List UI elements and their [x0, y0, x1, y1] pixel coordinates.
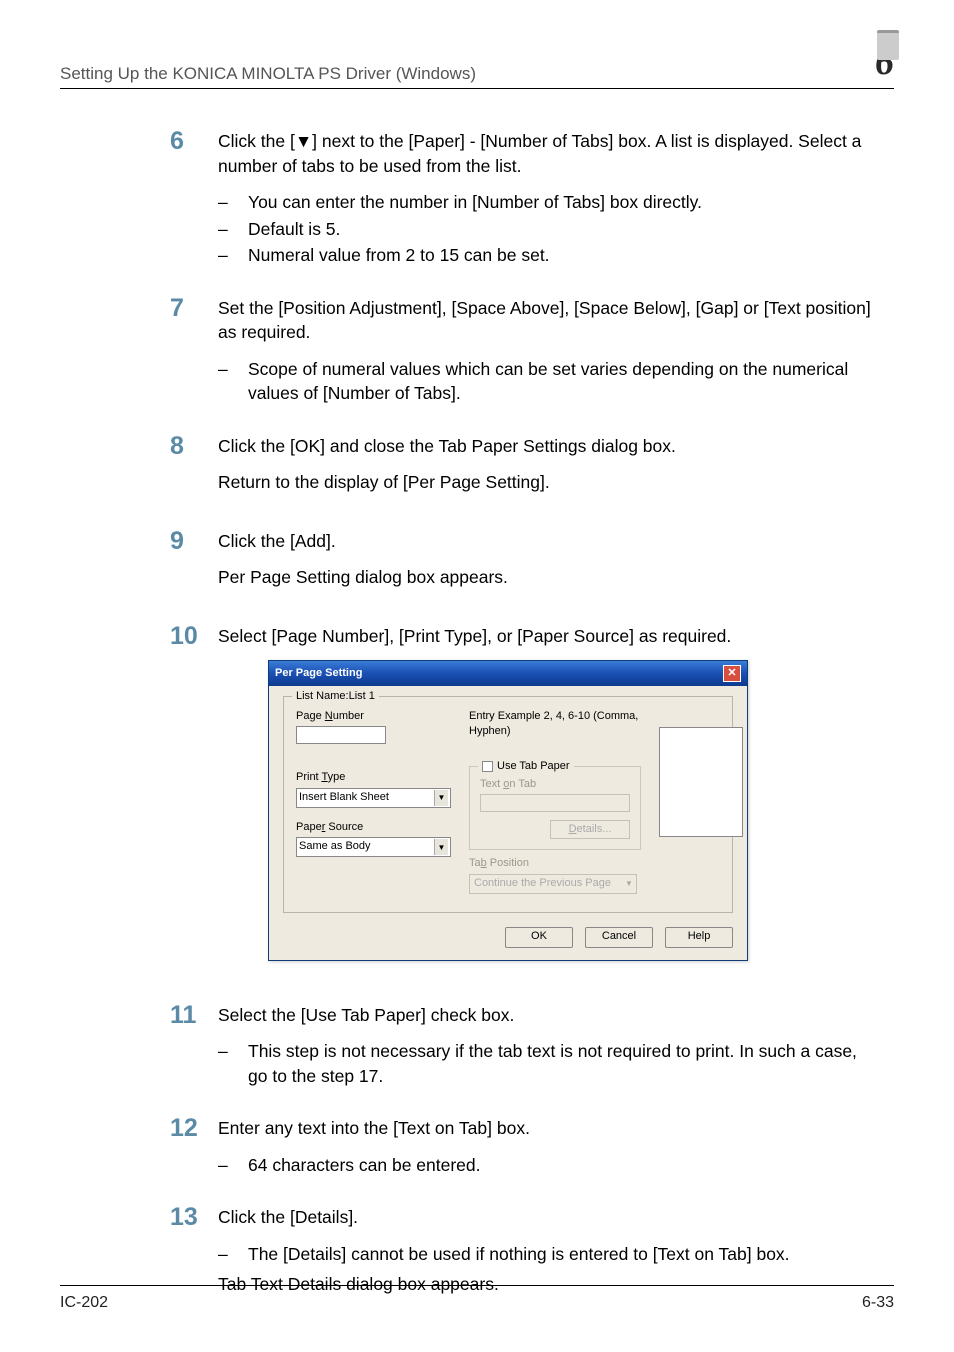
step-extra: Per Page Setting dialog box appears. [218, 565, 874, 590]
chevron-down-icon: ▼ [434, 790, 448, 806]
step-12: 12 Enter any text into the [Text on Tab]… [170, 1116, 874, 1183]
step-6: 6 Click the [▼] next to the [Paper] - [N… [170, 129, 874, 274]
page-footer: IC-202 6-33 [60, 1285, 894, 1312]
header-title: Setting Up the KONICA MINOLTA PS Driver … [60, 64, 476, 84]
paper-source-select[interactable]: Same as Body ▼ [296, 837, 451, 857]
footer-right: 6-33 [862, 1294, 894, 1312]
step-number: 8 [170, 434, 218, 507]
dialog-titlebar: Per Page Setting ✕ [269, 661, 747, 686]
text-on-tab-label: Text on Tab [480, 777, 630, 792]
list-item: Scope of numeral values which can be set… [248, 357, 874, 406]
step-extra: Return to the display of [Per Page Setti… [218, 470, 874, 495]
per-page-setting-dialog: Per Page Setting ✕ List Name:List 1 Page… [268, 660, 748, 961]
step-text: Click the [OK] and close the Tab Paper S… [218, 434, 874, 459]
tab-position-select: Continue the Previous Page ▼ [469, 874, 637, 894]
use-tab-checkbox-group[interactable]: Use Tab Paper [478, 759, 574, 774]
chevron-down-icon: ▼ [622, 876, 636, 892]
checkbox-icon[interactable] [482, 761, 493, 772]
step-9: 9 Click the [Add]. Per Page Setting dial… [170, 529, 874, 602]
list-item: You can enter the number in [Number of T… [248, 190, 874, 215]
print-type-select[interactable]: Insert Blank Sheet ▼ [296, 788, 451, 808]
list-item: The [Details] cannot be used if nothing … [248, 1242, 874, 1267]
step-11: 11 Select the [Use Tab Paper] check box.… [170, 1003, 874, 1095]
step-number: 6 [170, 129, 218, 274]
step-text: Enter any text into the [Text on Tab] bo… [218, 1116, 874, 1141]
preview-pane [659, 709, 743, 894]
page-number-label: Page Number [296, 709, 451, 724]
step-text: Set the [Position Adjustment], [Space Ab… [218, 296, 874, 345]
list-item: 64 characters can be entered. [248, 1153, 874, 1178]
cancel-button[interactable]: Cancel [585, 927, 653, 948]
dialog-screenshot: Per Page Setting ✕ List Name:List 1 Page… [268, 660, 874, 961]
ok-button[interactable]: OK [505, 927, 573, 948]
page-number-input[interactable] [296, 726, 386, 744]
dialog-title: Per Page Setting [275, 666, 362, 681]
step-text: Click the [Add]. [218, 529, 874, 554]
step-number: 10 [170, 624, 218, 981]
list-item: This step is not necessary if the tab te… [248, 1039, 874, 1088]
step-8: 8 Click the [OK] and close the Tab Paper… [170, 434, 874, 507]
content-area: 6 Click the [▼] next to the [Paper] - [N… [60, 129, 894, 1309]
details-button: Details... [550, 820, 630, 839]
help-button[interactable]: Help [665, 927, 733, 948]
corner-icon [877, 30, 899, 60]
fieldset-legend: List Name:List 1 [292, 689, 379, 704]
step-number: 12 [170, 1116, 218, 1183]
footer-left: IC-202 [60, 1294, 108, 1312]
step-text: Click the [▼] next to the [Paper] - [Num… [218, 129, 874, 178]
paper-source-label: Paper Source [296, 820, 451, 835]
step-7: 7 Set the [Position Adjustment], [Space … [170, 296, 874, 412]
chevron-down-icon: ▼ [434, 839, 448, 855]
close-icon[interactable]: ✕ [723, 665, 741, 682]
print-type-label: Print Type [296, 770, 451, 785]
tab-position-label: Tab Position [469, 856, 641, 871]
step-number: 7 [170, 296, 218, 412]
step-text: Select [Page Number], [Print Type], or [… [218, 624, 874, 649]
text-on-tab-input [480, 794, 630, 812]
step-number: 11 [170, 1003, 218, 1095]
preview-box [659, 727, 743, 837]
step-10: 10 Select [Page Number], [Print Type], o… [170, 624, 874, 981]
step-text: Select the [Use Tab Paper] check box. [218, 1003, 874, 1028]
page-header: Setting Up the KONICA MINOLTA PS Driver … [60, 40, 894, 89]
list-item: Default is 5. [248, 217, 874, 242]
step-number: 9 [170, 529, 218, 602]
list-item: Numeral value from 2 to 15 can be set. [248, 243, 874, 268]
step-text: Click the [Details]. [218, 1205, 874, 1230]
entry-hint: Entry Example 2, 4, 6-10 (Comma, Hyphen) [469, 709, 641, 740]
